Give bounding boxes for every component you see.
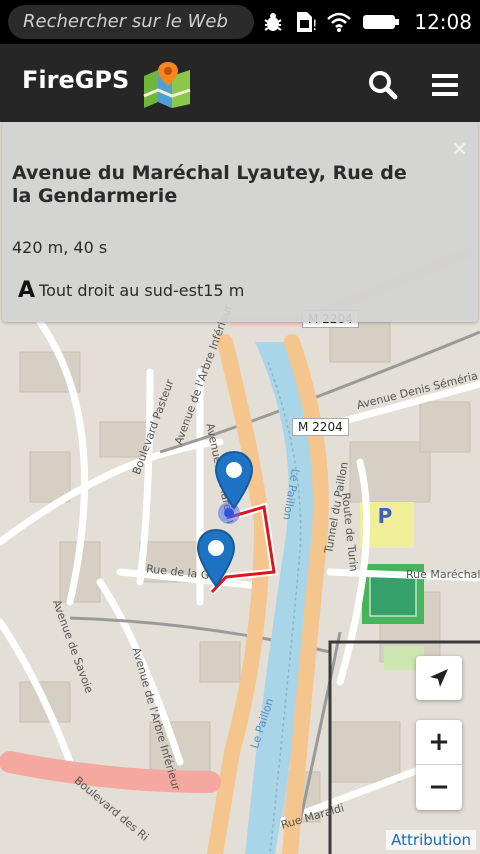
svg-text:!: ! (312, 18, 316, 34)
search-icon (369, 71, 398, 100)
zoom-control: + − (416, 720, 462, 810)
locate-button[interactable] (416, 656, 462, 700)
close-panel-button[interactable]: × (451, 136, 468, 160)
route-title: Avenue du Maréchal Lyautey, Rue de la Ge… (12, 162, 407, 207)
step-text: Tout droit au sud-est15 m (39, 281, 245, 300)
sim-icon: ! (294, 10, 316, 34)
wifi-icon (326, 11, 352, 33)
bug-icon (262, 11, 284, 33)
route-instruction-panel: × Avenue du Maréchal Lyautey, Rue de la … (2, 122, 478, 322)
status-bar: Rechercher sur le Web ! 12:08 (0, 0, 480, 44)
menu-button[interactable] (426, 66, 466, 104)
zoom-out-button[interactable]: − (416, 765, 462, 809)
route-end-marker-icon[interactable] (196, 528, 236, 588)
hamburger-menu-icon (432, 74, 458, 96)
navigation-arrow-icon (430, 669, 448, 687)
battery-icon (362, 12, 400, 32)
zoom-in-button[interactable]: + (416, 720, 462, 764)
map-logo-icon (142, 62, 194, 112)
step-marker-icon: A (18, 278, 36, 303)
status-icons: ! 12:08 (262, 0, 480, 44)
attribution-link[interactable]: Attribution (386, 830, 476, 850)
clock: 12:08 (414, 10, 472, 34)
route-summary: 420 m, 40 s (12, 238, 108, 257)
app-title: FireGPS (22, 66, 130, 94)
search-button[interactable] (364, 66, 402, 104)
web-search-input[interactable]: Rechercher sur le Web (8, 5, 254, 39)
route-step[interactable]: A Tout droit au sud-est15 m (18, 278, 244, 303)
app-header: FireGPS (0, 44, 480, 122)
route-start-marker-icon[interactable] (214, 450, 254, 510)
